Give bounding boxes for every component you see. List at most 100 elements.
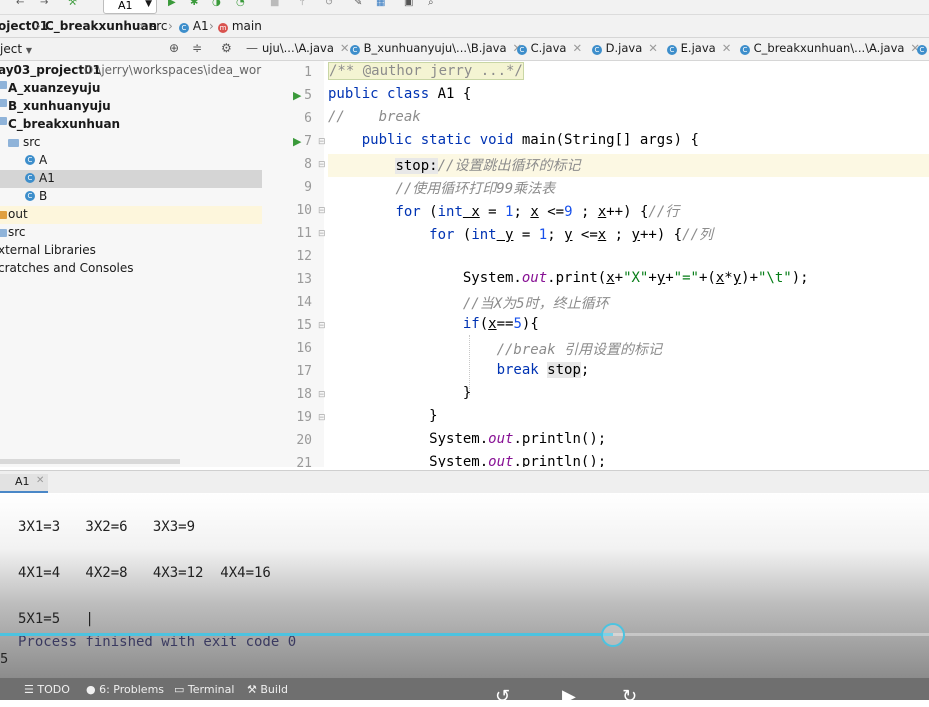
- breadcrumb-method[interactable]: m main: [218, 19, 262, 33]
- code-text: <=: [572, 227, 598, 243]
- code-text: )+: [741, 270, 758, 286]
- tree-item-class[interactable]: C A: [0, 152, 262, 170]
- tree-item-class-selected[interactable]: C A1: [0, 170, 262, 188]
- excluded-folder-icon: [0, 211, 7, 219]
- run-gutter-icon[interactable]: ▶: [293, 89, 301, 102]
- comment: // break: [328, 109, 421, 125]
- run-configuration-dropdown[interactable]: A1 ▼: [103, 0, 157, 14]
- locate-icon[interactable]: ⊕: [169, 41, 179, 55]
- line-number: 6: [304, 111, 312, 126]
- debug-icon[interactable]: ✱: [190, 0, 202, 8]
- tool-window-terminal[interactable]: ▭ Terminal: [174, 683, 234, 696]
- run-gutter-icon[interactable]: ▶: [293, 135, 301, 148]
- horizontal-scrollbar[interactable]: [0, 459, 180, 464]
- tab-d-java[interactable]: C D.java ✕: [592, 41, 658, 55]
- rewind-icon[interactable]: ↺: [495, 686, 510, 707]
- tree-item-project[interactable]: ay03_project01 D:\jerry\workspaces\idea_…: [0, 62, 289, 80]
- back-icon[interactable]: ←: [16, 0, 28, 8]
- string: "\t": [758, 270, 792, 286]
- tab-a-java[interactable]: uju\...\A.java ✕: [262, 41, 350, 55]
- fold-icon[interactable]: ⊟: [318, 413, 326, 423]
- close-icon[interactable]: ✕: [36, 475, 44, 486]
- keyword: public class: [328, 86, 430, 102]
- line-number: 20: [296, 433, 312, 448]
- collapsed-doc-comment[interactable]: /** @author jerry ...*/: [328, 62, 524, 80]
- tab-overflow[interactable]: C: [917, 41, 927, 55]
- number: 1: [538, 227, 548, 243]
- project-view-dropdown[interactable]: ject ▼: [0, 42, 32, 56]
- project-tree: ay03_project01 D:\jerry\workspaces\idea_…: [0, 61, 289, 467]
- tree-item-label: C_breakxunhuan: [8, 117, 121, 131]
- tab-e-java[interactable]: C E.java ✕: [667, 41, 731, 55]
- stop-icon[interactable]: ■: [270, 0, 282, 8]
- profile-icon[interactable]: ◔: [236, 0, 248, 8]
- tree-item-class[interactable]: C B: [0, 188, 262, 206]
- tree-item-src[interactable]: src: [0, 134, 262, 152]
- code-line-9: //使用循环打印99乘法表: [328, 178, 555, 198]
- close-icon[interactable]: ✕: [648, 41, 658, 55]
- play-icon[interactable]: ▶: [562, 686, 576, 707]
- run-icon[interactable]: ▶: [168, 0, 180, 8]
- project-structure-icon[interactable]: ▦: [376, 0, 388, 8]
- close-icon[interactable]: ✕: [340, 41, 350, 55]
- fold-icon[interactable]: ⊟: [318, 229, 326, 239]
- line-number: 7: [304, 134, 312, 149]
- forward-icon[interactable]: →: [40, 0, 52, 8]
- settings-wrench-icon[interactable]: ✎: [354, 0, 366, 8]
- tree-item-external-libraries[interactable]: xternal Libraries: [0, 242, 262, 260]
- rollback-icon[interactable]: ↺: [325, 0, 337, 8]
- breadcrumb-class[interactable]: C A1: [179, 19, 209, 33]
- tree-item-module[interactable]: C_breakxunhuan: [0, 116, 262, 134]
- class-icon: C: [667, 45, 677, 55]
- tab-c-breakxunhuan-a-java[interactable]: C C_breakxunhuan\...\A.java ✕: [740, 41, 920, 55]
- tree-item-module[interactable]: B_xunhuanyuju: [0, 98, 262, 116]
- breadcrumb-project[interactable]: oject01: [0, 19, 48, 33]
- collapse-all-icon[interactable]: ≑: [192, 41, 202, 55]
- sdk-icon[interactable]: ▣: [404, 0, 416, 8]
- search-icon[interactable]: ⌕: [428, 0, 440, 8]
- tree-item-module[interactable]: A_xuanzeyuju: [0, 80, 262, 98]
- tool-window-problems[interactable]: ● 6: Problems: [86, 683, 164, 696]
- fold-icon[interactable]: ⊟: [318, 206, 326, 216]
- class-icon: C: [25, 191, 35, 201]
- fold-icon[interactable]: ⊟: [318, 160, 326, 170]
- class-icon: C: [740, 45, 750, 55]
- line-number: 17: [296, 364, 312, 379]
- video-progress-knob[interactable]: [601, 623, 625, 647]
- tree-item-label: cratches and Consoles: [0, 261, 134, 275]
- fold-icon[interactable]: ⊟: [318, 390, 326, 400]
- code-text: x: [488, 316, 497, 332]
- fold-icon[interactable]: ⊟: [318, 321, 326, 331]
- update-icon[interactable]: ⤒: [300, 0, 312, 8]
- gear-icon[interactable]: ⚙: [221, 41, 232, 55]
- tab-b-java[interactable]: C B_xunhuanyuju\...\B.java✕: [350, 41, 522, 55]
- breadcrumb-src[interactable]: src: [150, 19, 168, 33]
- code-text: y: [631, 227, 640, 243]
- run-configuration-label: A1: [118, 0, 133, 12]
- terminal-icon: ▭: [174, 683, 185, 696]
- close-icon[interactable]: ✕: [572, 41, 582, 55]
- run-tab-label: A1: [15, 475, 30, 488]
- code-line-5: public class A1 {: [328, 86, 471, 102]
- run-console[interactable]: 3X1=3 3X2=6 3X3=9 4X1=4 4X2=8 4X3=12 4X4…: [0, 493, 929, 678]
- list-icon: ☰: [24, 683, 34, 696]
- tool-window-todo[interactable]: ☰ TODO: [24, 683, 70, 696]
- close-icon[interactable]: ✕: [722, 41, 732, 55]
- code-text: System.: [462, 270, 522, 286]
- tool-window-label: Terminal: [187, 683, 235, 696]
- comment: //当X为5时，终止循环: [462, 296, 609, 312]
- tree-item-src[interactable]: src: [0, 224, 262, 242]
- forward-icon[interactable]: ↻: [622, 686, 637, 707]
- coverage-icon[interactable]: ◑: [212, 0, 224, 8]
- build-hammer-icon[interactable]: ⚒: [68, 0, 80, 8]
- run-tab-a1[interactable]: A1 ✕: [0, 474, 48, 493]
- code-text: x: [597, 227, 607, 243]
- fold-icon[interactable]: ⊟: [318, 137, 326, 147]
- hide-icon[interactable]: —: [246, 41, 258, 55]
- tree-item-scratches[interactable]: cratches and Consoles: [0, 260, 262, 278]
- code-line-11: for (int y = 1; y <=x ; y++) {//列: [429, 227, 713, 243]
- breadcrumb-separator: ›: [209, 19, 214, 33]
- tool-window-build[interactable]: ⚒ Build: [247, 683, 288, 696]
- tab-c-java[interactable]: C C.java ✕: [517, 41, 582, 55]
- tree-item-out[interactable]: out: [0, 206, 262, 224]
